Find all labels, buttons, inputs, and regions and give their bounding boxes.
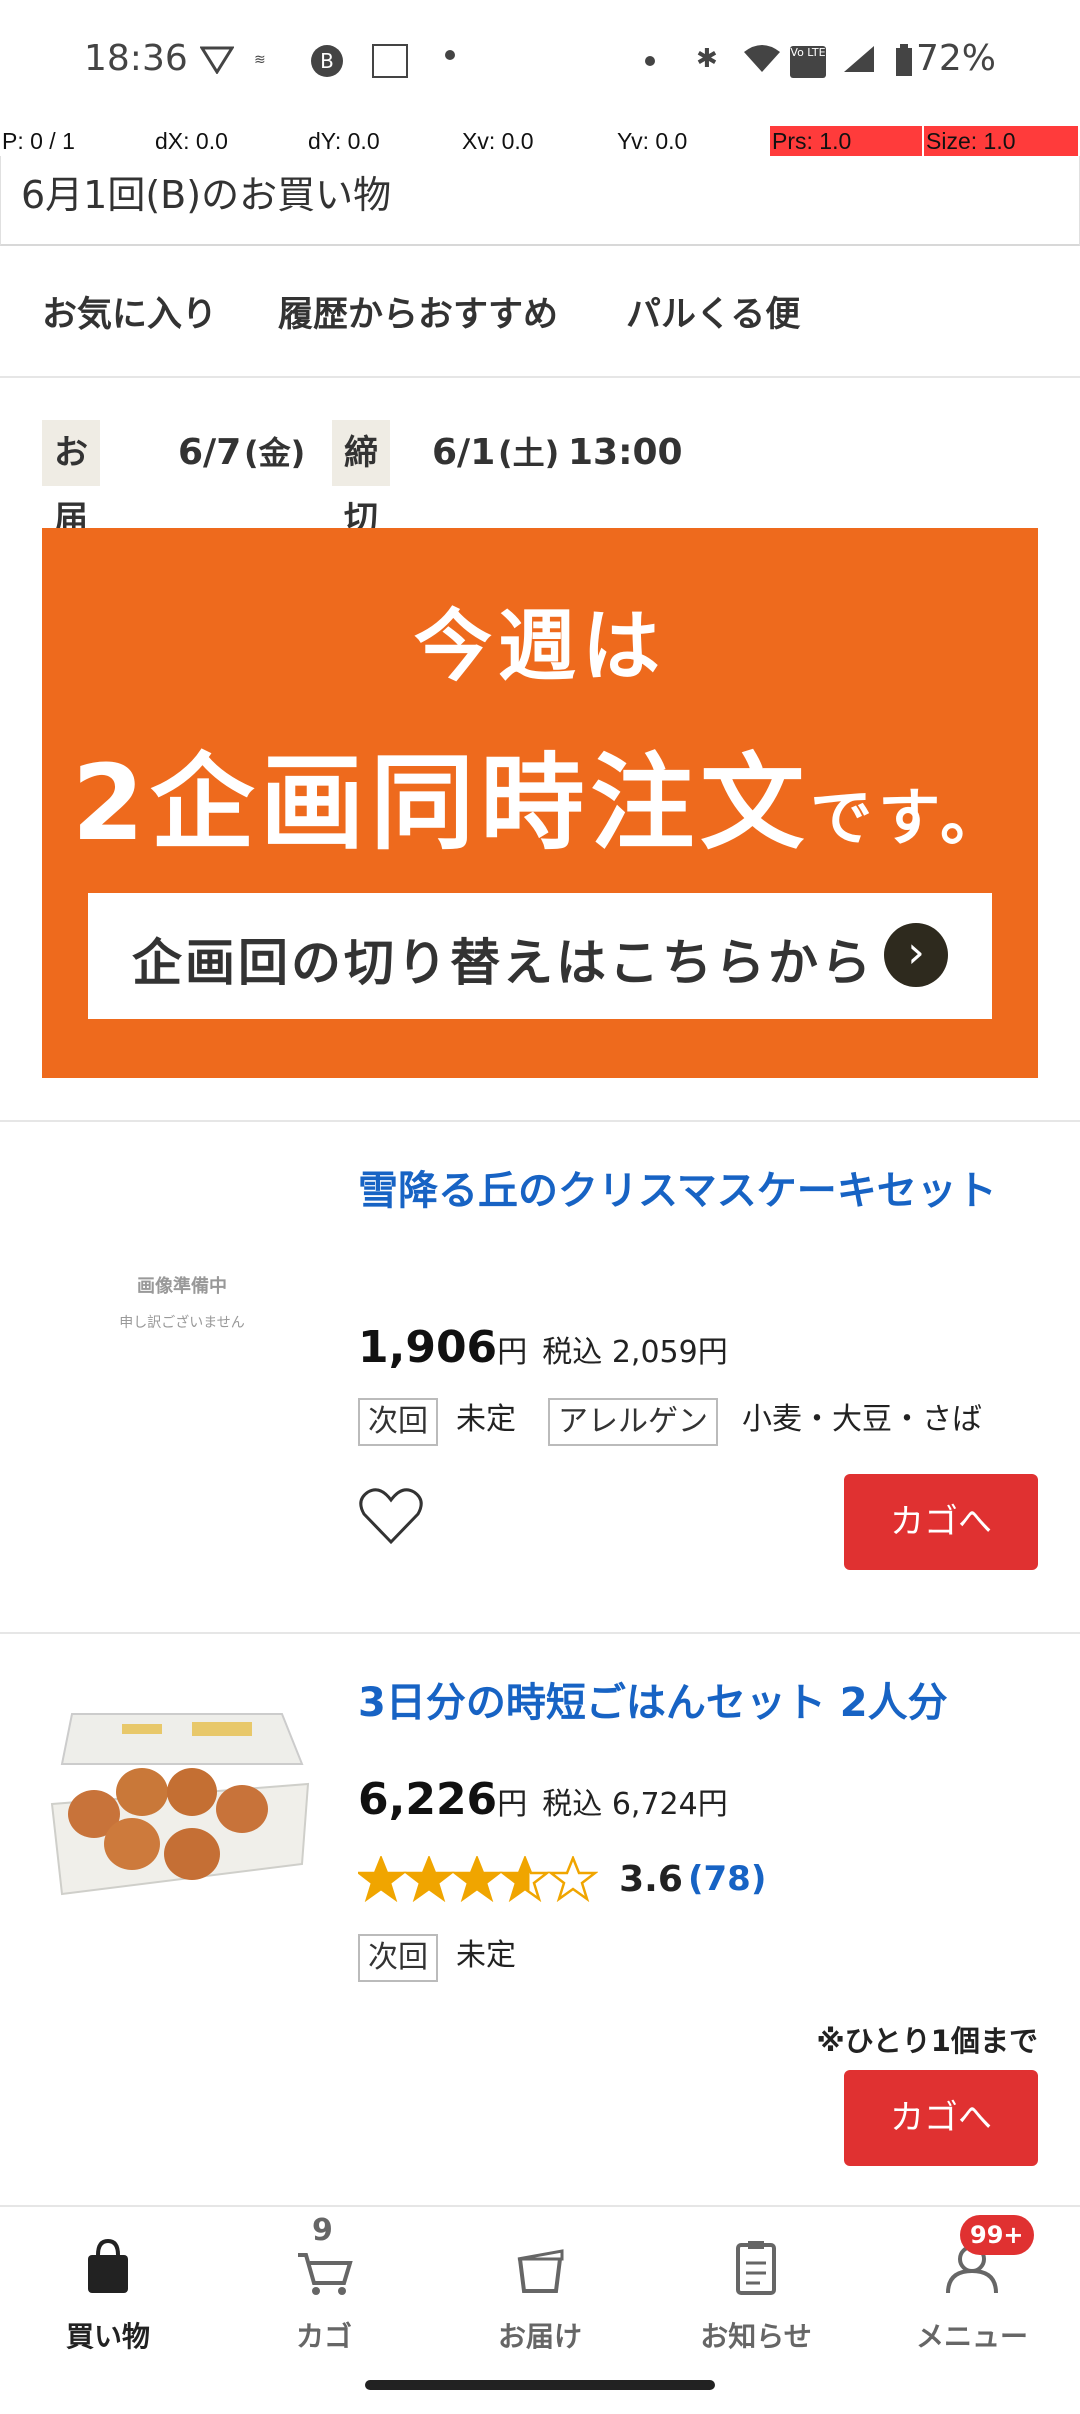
debug-dx: dX: 0.0 xyxy=(155,128,228,154)
star-icon xyxy=(451,1854,503,1903)
deadline-date: 6/1 xyxy=(432,432,496,473)
rating[interactable]: 3.6 (78) xyxy=(355,1854,766,1906)
purchase-limit-note: ※ひとり1個まで xyxy=(816,2024,1038,2058)
rating-value: 3.6 xyxy=(619,1858,683,1900)
tab-palkuru[interactable]: パルくる便 xyxy=(626,286,800,337)
bluetooth-icon: ✱ xyxy=(696,44,718,74)
allergen-value: 小麦・大豆・さば xyxy=(742,1402,982,1437)
tab-history-recommend[interactable]: 履歴からおすすめ xyxy=(278,286,558,337)
nav-delivery[interactable]: お届け xyxy=(432,2227,648,2367)
signal-icon xyxy=(842,44,876,74)
volte-icon: Vo LTE xyxy=(790,46,826,78)
dot-icon xyxy=(645,56,655,66)
star-icon xyxy=(403,1854,455,1903)
product-card: 3日分の時短ごはんセット 2人分 6,226円 税込 6,724円 3.6 (7… xyxy=(0,1634,1080,2202)
header: 6月1回(B)のお買い物 xyxy=(0,156,1080,246)
nav-cart[interactable]: 9 カゴ xyxy=(216,2213,432,2367)
nav-label: メニュー xyxy=(915,2320,1028,2353)
next-value: 未定 xyxy=(456,1938,516,1973)
menu-badge: 99+ xyxy=(960,2215,1034,2255)
page-title: 6月1回(B)のお買い物 xyxy=(21,173,392,217)
price-unit: 円 xyxy=(497,1335,528,1370)
box-icon xyxy=(510,2237,570,2297)
product-image[interactable] xyxy=(42,1674,318,1914)
price-value: 1,906 xyxy=(358,1322,498,1373)
tax-price: 税込 2,059円 xyxy=(542,1335,728,1370)
star-icon xyxy=(499,1854,551,1903)
product-price: 6,226円 税込 6,724円 xyxy=(358,1774,728,1825)
app-b-icon: B xyxy=(310,44,344,77)
product-name-link[interactable]: 3日分の時短ごはんセット 2人分 xyxy=(358,1674,1038,1732)
svg-text:B: B xyxy=(320,49,334,73)
product-image-placeholder[interactable]: 画像準備中 申し訳ございません xyxy=(42,1262,322,1382)
debug-pressure: Prs: 1.0 xyxy=(770,126,922,156)
rating-stars xyxy=(355,1854,599,1903)
status-bar: 18:36 ≋ B ✱ Vo LTE 72% xyxy=(0,0,1080,125)
price-value: 6,226 xyxy=(358,1774,498,1825)
battery-percent: 72% xyxy=(915,38,996,79)
star-icon xyxy=(355,1854,407,1903)
product-card: 画像準備中 申し訳ございません 雪降る丘のクリスマスケーキセット 1,906円 … xyxy=(0,1122,1080,1630)
star-icon xyxy=(547,1854,599,1903)
next-label: 次回 xyxy=(358,1398,438,1446)
review-count[interactable]: (78) xyxy=(688,1859,766,1899)
nav-label: お届け xyxy=(497,2320,582,2353)
switch-plan-label: 企画回の切り替えはこちらから xyxy=(132,934,874,992)
debug-yv: Yv: 0.0 xyxy=(617,128,688,154)
cart-icon xyxy=(294,2237,354,2297)
add-to-cart-button[interactable]: カゴへ xyxy=(844,2070,1038,2166)
delivery-date: 6/7 xyxy=(178,432,242,473)
nav-label: お知らせ xyxy=(700,2320,812,2353)
deadline-label: 締切 xyxy=(332,420,390,539)
banner-main-small: です。 xyxy=(810,781,1009,854)
image-pending-text: 画像準備中 xyxy=(137,1276,227,1297)
tab-bar: お気に入り 履歴からおすすめ パルくる便 xyxy=(0,246,1080,378)
sports-app-icon xyxy=(372,44,408,78)
double-order-banner[interactable]: 今週は 2企画同時注文です。 企画回の切り替えはこちらから › xyxy=(42,528,1038,1078)
nav-notifications[interactable]: お知らせ xyxy=(648,2227,864,2367)
switch-plan-button[interactable]: 企画回の切り替えはこちらから › xyxy=(88,893,992,1019)
nav-menu[interactable]: 99+ メニュー xyxy=(864,2215,1080,2367)
chevron-right-icon: › xyxy=(884,923,948,987)
product-name-link[interactable]: 雪降る丘のクリスマスケーキセット xyxy=(358,1162,1008,1220)
next-label: 次回 xyxy=(358,1934,438,1982)
shopping-bag-icon xyxy=(78,2237,138,2297)
deadline-dow: (土) xyxy=(498,434,560,472)
status-time: 18:36 xyxy=(84,38,188,79)
notification-dot-icon xyxy=(445,50,455,60)
debug-dy: dY: 0.0 xyxy=(308,128,380,154)
product-price: 1,906円 税込 2,059円 xyxy=(358,1322,728,1373)
tab-favorites[interactable]: お気に入り xyxy=(42,286,217,337)
banner-main-big: 2企画同時注文 xyxy=(71,742,811,864)
delivery-label: お届け xyxy=(42,420,100,605)
favorite-heart-icon[interactable] xyxy=(358,1486,424,1546)
app-logo-icon: ≋ xyxy=(254,52,266,68)
add-to-cart-button[interactable]: カゴへ xyxy=(844,1474,1038,1570)
debug-size: Size: 1.0 xyxy=(924,126,1078,156)
allergen-label: アレルゲン xyxy=(548,1398,718,1446)
delivery-dow: (金) xyxy=(244,434,306,472)
pointer-debug-overlay: P: 0 / 1 dX: 0.0 dY: 0.0 Xv: 0.0 Yv: 0.0… xyxy=(0,126,1080,156)
next-value: 未定 xyxy=(456,1402,516,1437)
banner-main-text: 2企画同時注文です。 xyxy=(42,718,1038,869)
nav-label: 買い物 xyxy=(65,2320,150,2353)
nav-label: カゴ xyxy=(295,2320,352,2353)
debug-pointer: P: 0 / 1 xyxy=(2,128,75,154)
debug-xv: Xv: 0.0 xyxy=(462,128,534,154)
rating-stars-svg xyxy=(355,1854,599,1903)
price-unit: 円 xyxy=(497,1787,528,1822)
vpn-icon xyxy=(199,44,235,75)
clipboard-icon xyxy=(726,2237,786,2297)
tax-price: 税込 6,724円 xyxy=(542,1787,728,1822)
banner-headline: 今週は xyxy=(413,602,666,692)
deadline-time: 13:00 xyxy=(568,432,683,473)
home-indicator[interactable] xyxy=(365,2380,715,2390)
wifi-icon xyxy=(742,44,780,74)
nav-shopping[interactable]: 買い物 xyxy=(0,2227,216,2367)
image-sorry-text: 申し訳ございません xyxy=(119,1315,245,1331)
